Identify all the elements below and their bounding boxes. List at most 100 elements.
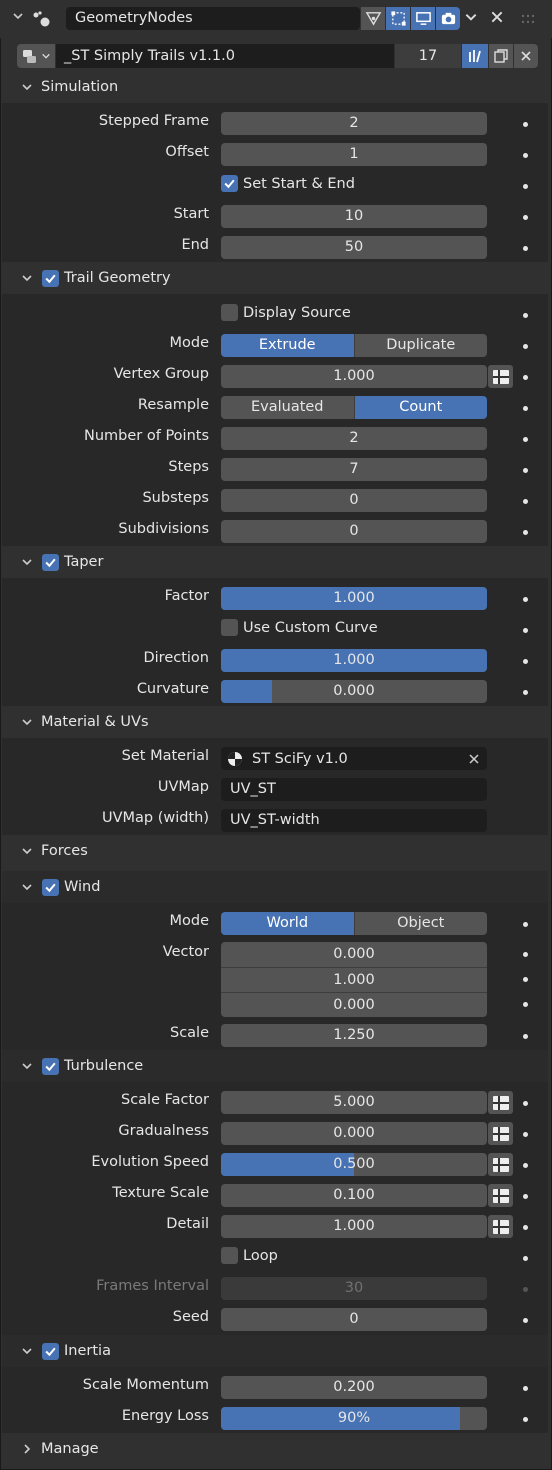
keyframe-dot-icon[interactable] [523,1256,528,1261]
keyframe-dot-icon[interactable] [523,922,528,927]
evolution-speed-slider[interactable]: 0.500 [221,1153,487,1176]
panel-inertia-header[interactable]: Inertia [2,1335,548,1367]
on-cage-toggle-icon[interactable] [386,7,410,30]
keyframe-dot-icon[interactable] [523,952,528,957]
vector-field[interactable]: 0.000 1.000 0.000 [221,942,487,1017]
start-field[interactable]: 10 [221,205,487,228]
panel-simulation-header[interactable]: Simulation [2,71,548,103]
texture-scale-field[interactable]: 0.100 [221,1184,487,1207]
keyframe-dot-icon[interactable] [523,1318,528,1323]
chevron-down-icon[interactable] [16,267,38,289]
set-start-end-checkbox[interactable]: Set Start & End [221,175,355,192]
turbulence-checkbox[interactable] [42,1057,59,1075]
offset-field[interactable]: 1 [221,143,487,166]
remove-modifier-close-icon[interactable] [490,10,508,28]
attribute-toggle-icon[interactable] [488,1122,513,1145]
trail-geometry-checkbox[interactable] [42,269,59,287]
attribute-toggle-icon[interactable] [488,1091,513,1114]
factor-slider[interactable]: 1.000 [221,587,487,610]
keyframe-dot-icon[interactable] [523,344,528,349]
energy-loss-slider[interactable]: 90% [221,1407,487,1430]
panel-turbulence-header[interactable]: Turbulence [2,1050,548,1082]
chevron-down-icon[interactable] [16,551,38,573]
attribute-toggle-icon[interactable] [488,1153,513,1176]
user-count[interactable]: 17 [395,44,461,68]
keyframe-dot-icon[interactable] [523,153,528,158]
edit-mode-toggle-icon[interactable] [361,7,385,30]
keyframe-dot-icon[interactable] [523,690,528,695]
scale-momentum-field[interactable]: 0.200 [221,1376,487,1399]
fake-user-icon[interactable] [462,44,488,68]
keyframe-dot-icon[interactable] [523,1417,528,1422]
attribute-toggle-icon[interactable] [488,365,513,388]
resample-evaluated-option[interactable]: Evaluated [221,396,354,419]
collapse-chevron-icon[interactable] [12,10,28,26]
viewport-display-icon[interactable] [411,7,435,30]
resample-enum[interactable]: Evaluated Count [221,396,487,419]
substeps-field[interactable]: 0 [221,489,487,512]
wind-scale-field[interactable]: 1.250 [221,1024,487,1047]
keyframe-dot-icon[interactable] [523,977,528,982]
end-field[interactable]: 50 [221,236,487,259]
unlink-close-icon[interactable] [514,44,538,68]
keyframe-dot-icon[interactable] [523,215,528,220]
checkbox-box[interactable] [221,1247,238,1264]
taper-checkbox[interactable] [42,553,59,571]
attribute-toggle-icon[interactable] [488,1215,513,1238]
subdivisions-field[interactable]: 0 [221,520,487,543]
vector-y-field[interactable]: 1.000 [221,967,487,992]
chevron-down-icon[interactable] [16,76,38,98]
node-group-name-field[interactable]: _ST Simply Trails v1.1.0 [56,44,394,68]
keyframe-dot-icon[interactable] [523,468,528,473]
keyframe-dot-icon[interactable] [523,659,528,664]
chevron-down-icon[interactable] [16,840,38,862]
wind-checkbox[interactable] [42,878,59,896]
keyframe-dot-icon[interactable] [523,313,528,318]
keyframe-dot-icon[interactable] [523,1132,528,1137]
steps-field[interactable]: 7 [221,458,487,481]
panel-trail-geometry-header[interactable]: Trail Geometry [2,262,548,294]
mode-enum[interactable]: Extrude Duplicate [221,334,487,357]
wind-mode-enum[interactable]: World Object [221,912,487,935]
checkbox-box[interactable] [221,619,238,636]
keyframe-dot-icon[interactable] [523,375,528,380]
keyframe-dot-icon[interactable] [523,406,528,411]
inertia-checkbox[interactable] [42,1342,59,1360]
uvmap-field[interactable]: UV_ST [221,778,487,801]
keyframe-dot-icon[interactable] [523,1034,528,1039]
keyframe-dot-icon[interactable] [523,628,528,633]
chevron-down-icon[interactable] [16,1340,38,1362]
display-source-checkbox[interactable]: Display Source [221,304,351,321]
vector-x-field[interactable]: 0.000 [221,942,487,967]
resample-count-option[interactable]: Count [353,396,487,419]
keyframe-dot-icon[interactable] [523,437,528,442]
uvmap-width-field[interactable]: UV_ST-width [221,809,487,832]
number-of-points-field[interactable]: 2 [221,427,487,450]
set-material-field[interactable]: ST SciFy v1.0 [221,747,487,770]
gradualness-field[interactable]: 0.000 [221,1122,487,1145]
chevron-down-icon[interactable] [16,711,38,733]
clear-close-icon[interactable] [468,753,480,765]
modifier-name-field[interactable]: GeometryNodes [66,7,360,30]
drag-handle-icon[interactable] [520,12,538,26]
keyframe-dot-icon[interactable] [523,1002,528,1007]
mode-extrude-option[interactable]: Extrude [221,334,354,357]
use-custom-curve-checkbox[interactable]: Use Custom Curve [221,619,378,636]
keyframe-dot-icon[interactable] [523,1225,528,1230]
chevron-right-icon[interactable] [16,1438,38,1460]
wind-mode-object-option[interactable]: Object [353,912,487,935]
keyframe-dot-icon[interactable] [523,184,528,189]
detail-field[interactable]: 1.000 [221,1215,487,1238]
loop-checkbox[interactable]: Loop [221,1247,278,1264]
panel-taper-header[interactable]: Taper [2,546,548,578]
mode-duplicate-option[interactable]: Duplicate [353,334,487,357]
vector-z-field[interactable]: 0.000 [221,992,487,1017]
curvature-slider[interactable]: 0.000 [221,680,487,703]
dropdown-chevron-icon[interactable] [464,10,482,28]
keyframe-dot-icon[interactable] [523,1101,528,1106]
stepped-frame-field[interactable]: 2 [221,112,487,135]
checkbox-box[interactable] [221,304,238,321]
attribute-toggle-icon[interactable] [488,1184,513,1207]
chevron-down-icon[interactable] [16,876,38,898]
checkmark-icon[interactable] [221,175,238,192]
